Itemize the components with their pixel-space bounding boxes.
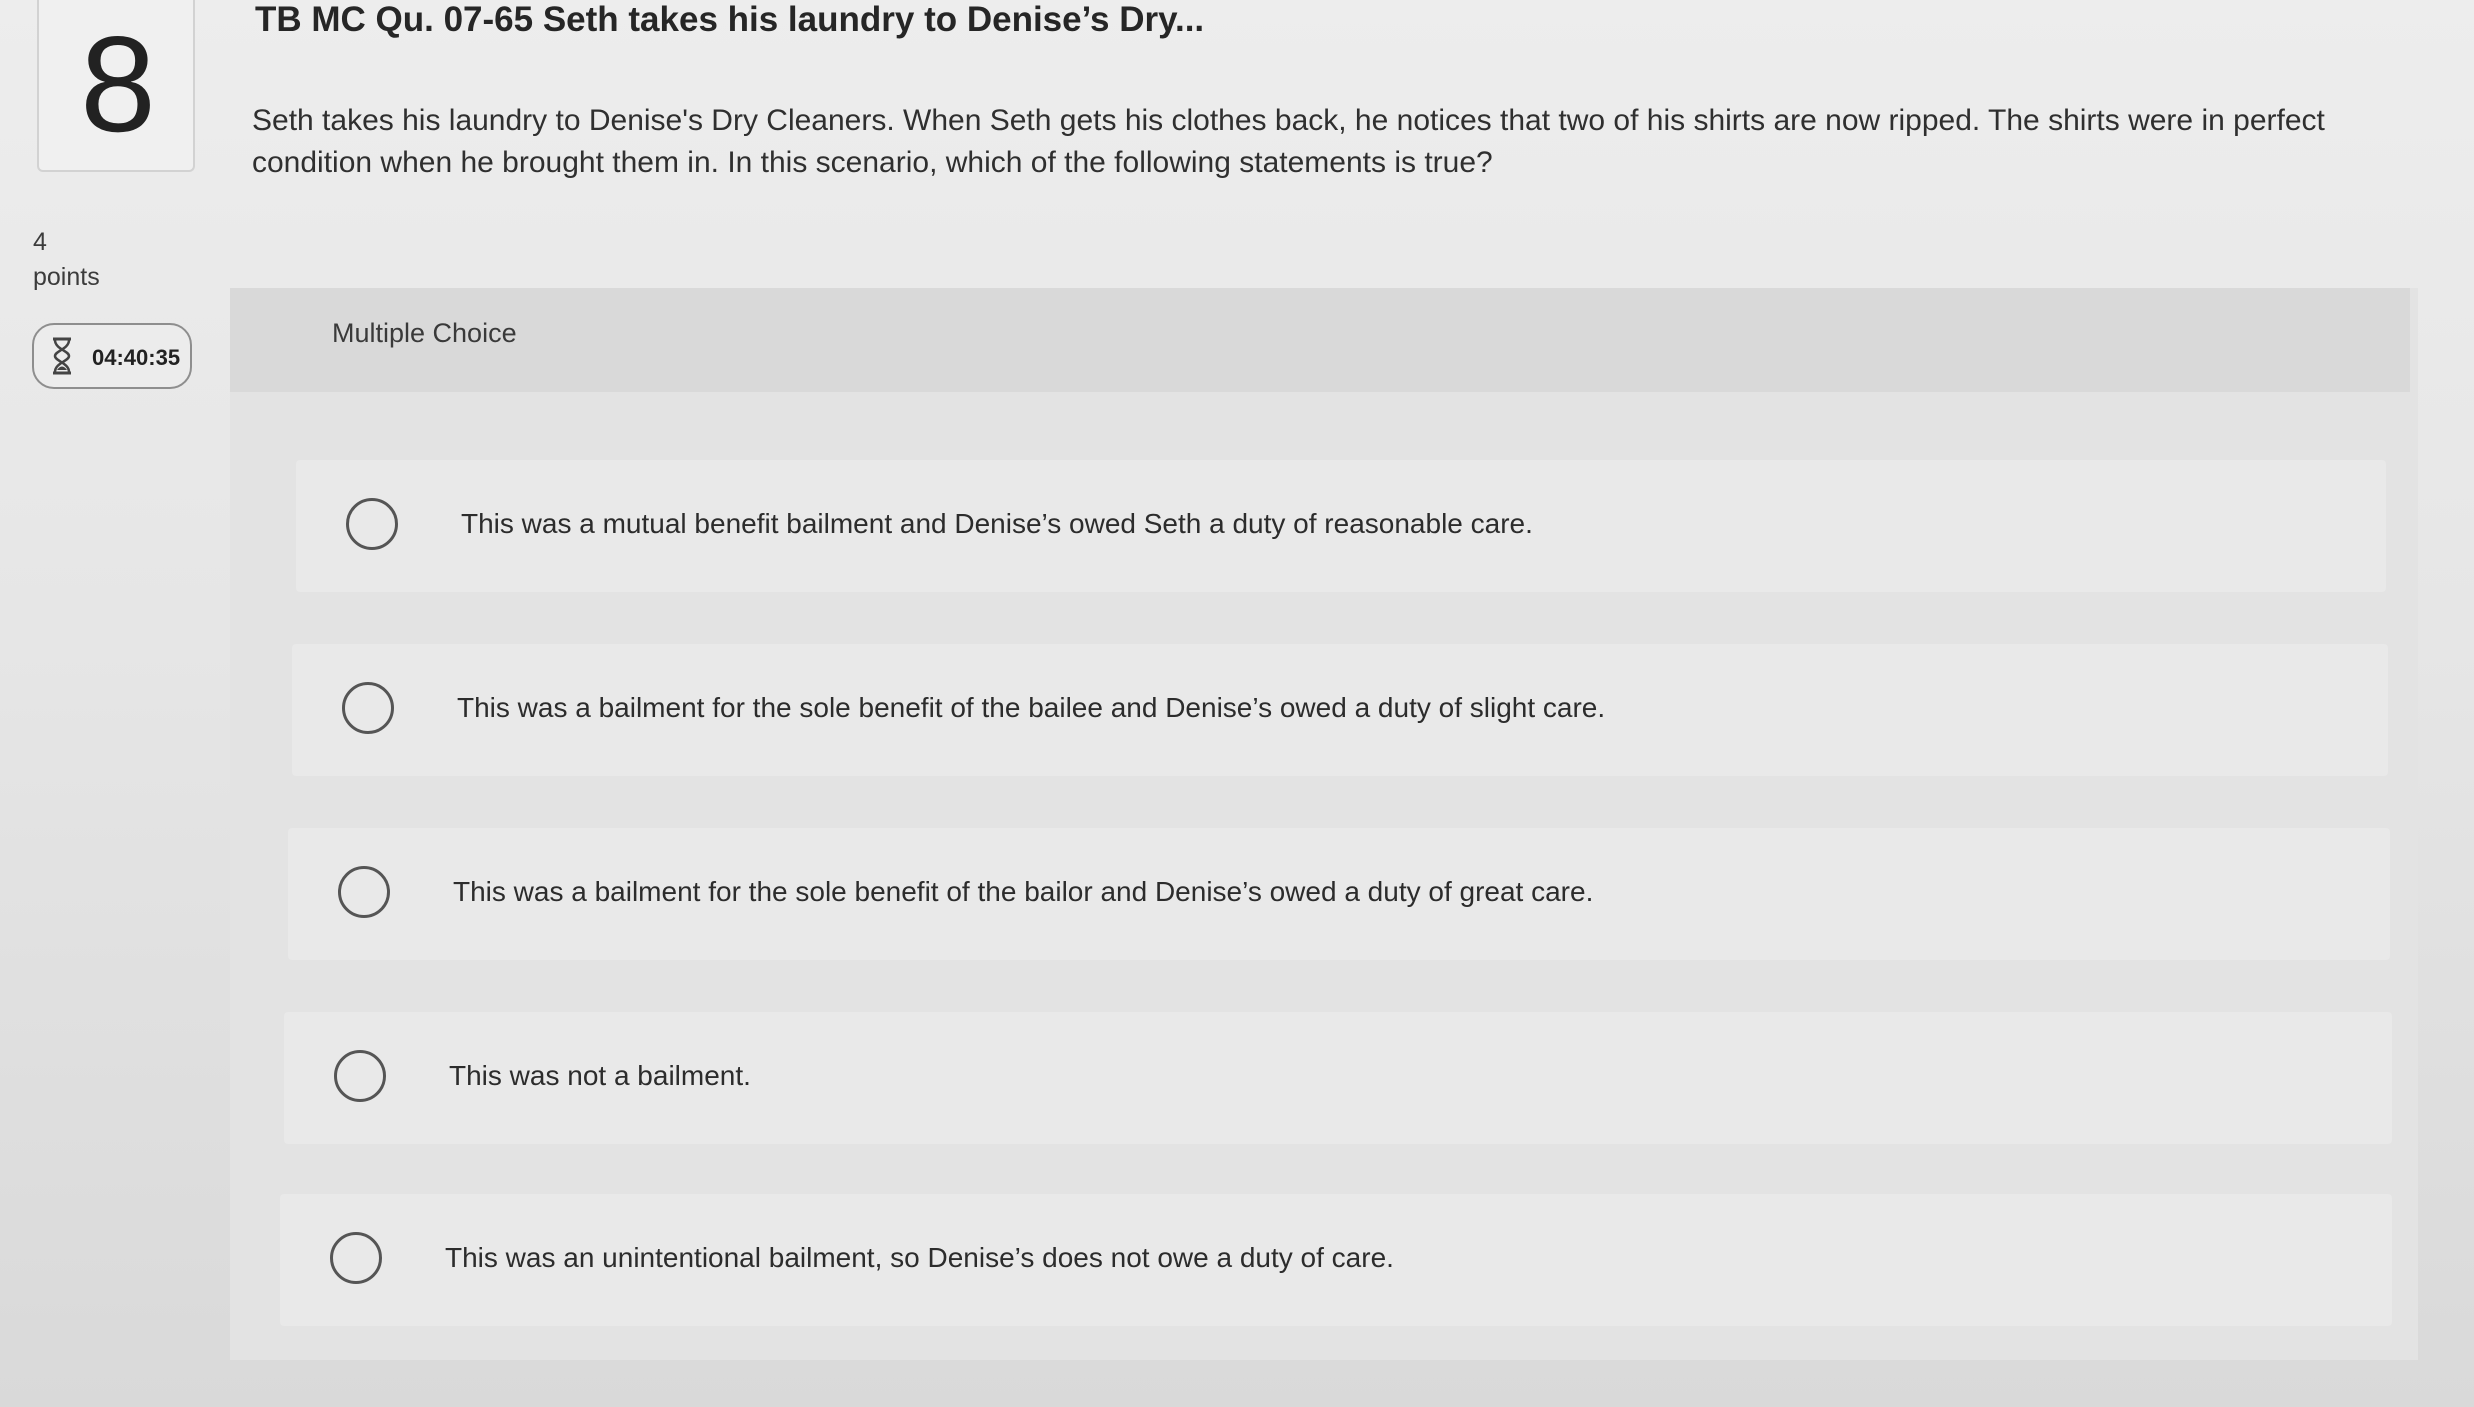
answer-option-label: This was not a bailment. xyxy=(449,1060,751,1091)
radio-unchecked-icon[interactable] xyxy=(334,1050,386,1102)
timer-badge: 04:40:35 xyxy=(32,323,192,389)
points-label: points xyxy=(33,263,100,291)
answer-option[interactable]: This was a mutual benefit bailment and D… xyxy=(296,460,2386,592)
timer-text: 04:40:35 xyxy=(92,345,181,370)
question-title: TB MC Qu. 07-65 Seth takes his laundry t… xyxy=(255,0,1205,39)
answer-option[interactable]: This was not a bailment. xyxy=(284,1012,2392,1144)
question-number: 8 xyxy=(80,8,156,160)
radio-unchecked-icon[interactable] xyxy=(342,682,394,734)
answer-option-label: This was a bailment for the sole benefit… xyxy=(457,692,1606,723)
answer-panel: Multiple Choice This was a mutual benefi… xyxy=(230,288,2418,1360)
answer-option[interactable]: This was a bailment for the sole benefit… xyxy=(288,828,2390,960)
question-text: Seth takes his laundry to Denise's Dry C… xyxy=(252,104,2325,179)
answer-option-label: This was a mutual benefit bailment and D… xyxy=(461,508,1533,539)
answer-type-header: Multiple Choice xyxy=(230,288,2410,392)
radio-unchecked-icon[interactable] xyxy=(338,866,390,918)
answer-option[interactable]: This was an unintentional bailment, so D… xyxy=(280,1194,2392,1326)
hourglass-icon xyxy=(50,337,74,375)
answer-option[interactable]: This was a bailment for the sole benefit… xyxy=(292,644,2388,776)
radio-unchecked-icon[interactable] xyxy=(346,498,398,550)
answer-type-label: Multiple Choice xyxy=(332,318,517,348)
answer-option-label: This was an unintentional bailment, so D… xyxy=(445,1242,1394,1273)
points-value: 4 xyxy=(33,228,47,256)
answer-option-label: This was a bailment for the sole benefit… xyxy=(453,876,1594,907)
radio-unchecked-icon[interactable] xyxy=(330,1232,382,1284)
question-number-box: 8 xyxy=(37,0,195,172)
